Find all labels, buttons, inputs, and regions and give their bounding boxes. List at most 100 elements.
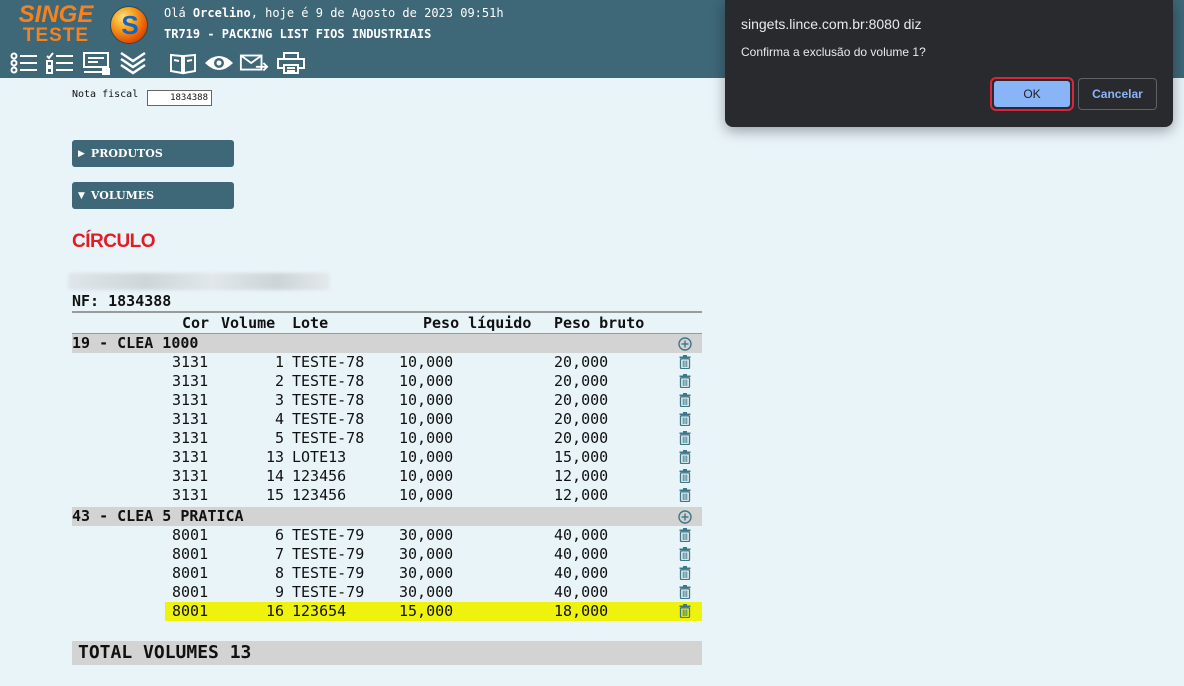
table-row: 3131 1 TESTE-78 10,000 20,000: [72, 353, 702, 372]
produtos-section-button[interactable]: ▶ PRODUTOS: [72, 140, 234, 167]
cell-lote: TESTE-79: [292, 545, 365, 563]
logo-line1: SINGE: [18, 1, 94, 28]
trash-icon[interactable]: [679, 469, 691, 483]
cell-lote: TESTE-79: [292, 526, 365, 544]
table-row: 3131 14 123456 10,000 12,000: [72, 467, 702, 486]
ok-button-label: OK: [994, 81, 1070, 107]
cell-peso-liquido: 10,000: [399, 391, 454, 409]
cell-cor: 8001: [172, 526, 209, 544]
group-row: 43 - CLEA 5 PRATICA: [72, 507, 702, 526]
mail-forward-icon[interactable]: [239, 50, 269, 76]
col-peso-liquido: Peso líquido: [423, 314, 532, 332]
table-row: 3131 2 TESTE-78 10,000 20,000: [72, 372, 702, 391]
nf-heading: NF: 1834388: [72, 292, 172, 310]
cell-volume: 13: [265, 448, 284, 466]
table-row-highlighted: 8001 16 123654 15,000 18,000: [72, 602, 702, 621]
greeting-prefix: Olá: [164, 6, 186, 20]
col-volume: Volume: [221, 314, 276, 332]
cell-cor: 8001: [172, 564, 209, 582]
trash-icon[interactable]: [679, 374, 691, 388]
form-icon[interactable]: [82, 50, 112, 76]
cell-peso-bruto: 12,000: [554, 467, 609, 485]
produtos-label: PRODUTOS: [90, 147, 163, 160]
cell-lote: TESTE-78: [292, 353, 365, 371]
trash-icon[interactable]: [679, 488, 691, 502]
logo-ball-icon: S: [110, 6, 148, 44]
greeting-date: , hoje é 9 de Agosto de 2023 09:51h: [250, 6, 504, 20]
cell-lote: 123456: [292, 486, 347, 504]
user-name: Orcelino: [192, 6, 251, 20]
trash-icon[interactable]: [679, 566, 691, 580]
cell-peso-liquido: 10,000: [399, 429, 454, 447]
total-volumes: TOTAL VOLUMES 13: [72, 641, 702, 665]
cell-volume: 8: [274, 564, 284, 582]
cell-lote: TESTE-79: [292, 583, 365, 601]
col-cor: Cor: [182, 314, 210, 332]
table-row: 8001 8 TESTE-79 30,000 40,000: [72, 564, 702, 583]
chevrons-down-icon[interactable]: [118, 50, 148, 76]
nota-fiscal-label: Nota fiscal: [72, 89, 139, 100]
cell-volume: 2: [274, 372, 284, 390]
cell-peso-bruto: 40,000: [554, 526, 609, 544]
eye-icon[interactable]: [204, 50, 234, 76]
trash-icon[interactable]: [679, 393, 691, 407]
confirm-dialog: singets.lince.com.br:8080 diz Confirma a…: [725, 0, 1173, 127]
printer-icon[interactable]: [276, 50, 306, 76]
cell-volume: 5: [274, 429, 284, 447]
cell-peso-bruto: 20,000: [554, 391, 609, 409]
cell-volume: 6: [274, 526, 284, 544]
collapse-arrow-icon: ▼: [78, 190, 85, 201]
cell-peso-bruto: 20,000: [554, 353, 609, 371]
add-volume-icon[interactable]: [678, 510, 692, 524]
cell-peso-liquido: 30,000: [399, 564, 454, 582]
col-peso-bruto: Peso bruto: [554, 314, 645, 332]
cell-cor: 3131: [172, 486, 209, 504]
cell-lote: 123456: [292, 467, 347, 485]
trash-icon[interactable]: [679, 547, 691, 561]
checklist-icon[interactable]: [45, 50, 75, 76]
cell-volume: 4: [274, 410, 284, 428]
cell-peso-liquido: 30,000: [399, 526, 454, 544]
cell-peso-bruto: 15,000: [554, 448, 609, 466]
ok-button[interactable]: OK: [990, 77, 1074, 111]
cell-peso-bruto: 20,000: [554, 372, 609, 390]
cell-peso-liquido: 15,000: [399, 602, 454, 620]
group-label: 19 - CLEA 1000: [72, 334, 199, 352]
cell-cor: 8001: [172, 545, 209, 563]
cell-volume: 14: [265, 467, 284, 485]
trash-icon[interactable]: [679, 585, 691, 599]
table-row: 3131 3 TESTE-78 10,000 20,000: [72, 391, 702, 410]
cell-peso-bruto: 40,000: [554, 583, 609, 601]
expand-arrow-icon: ▶: [78, 148, 85, 159]
table-row: 3131 4 TESTE-78 10,000 20,000: [72, 410, 702, 429]
cancel-button[interactable]: Cancelar: [1078, 78, 1157, 110]
app-logo[interactable]: SINGE TESTE: [10, 1, 102, 46]
cell-cor: 8001: [172, 583, 209, 601]
volumes-label: VOLUMES: [90, 189, 155, 202]
cell-peso-bruto: 20,000: [554, 410, 609, 428]
volumes-section-button[interactable]: ▼ VOLUMES: [72, 182, 234, 209]
cell-lote: TESTE-78: [292, 391, 365, 409]
trash-icon[interactable]: [679, 412, 691, 426]
trash-icon[interactable]: [679, 528, 691, 542]
dialog-title: singets.lince.com.br:8080 diz: [741, 16, 922, 32]
nota-fiscal-input[interactable]: [147, 90, 212, 106]
cell-peso-liquido: 10,000: [399, 486, 454, 504]
cell-cor: 3131: [172, 467, 209, 485]
cell-peso-liquido: 30,000: [399, 545, 454, 563]
trash-icon[interactable]: [679, 604, 691, 618]
cell-lote: TESTE-78: [292, 372, 365, 390]
list-icon[interactable]: [9, 50, 39, 76]
trash-icon[interactable]: [679, 355, 691, 369]
cell-cor: 8001: [172, 602, 209, 620]
cell-volume: 7: [274, 545, 284, 563]
trash-icon[interactable]: [679, 431, 691, 445]
book-icon[interactable]: [168, 50, 198, 76]
cell-volume: 16: [265, 602, 284, 620]
cell-peso-liquido: 30,000: [399, 583, 454, 601]
cell-cor: 3131: [172, 448, 209, 466]
trash-icon[interactable]: [679, 450, 691, 464]
greeting: Olá Orcelino, hoje é 9 de Agosto de 2023…: [164, 6, 504, 20]
add-volume-icon[interactable]: [678, 337, 692, 351]
cell-peso-bruto: 40,000: [554, 545, 609, 563]
